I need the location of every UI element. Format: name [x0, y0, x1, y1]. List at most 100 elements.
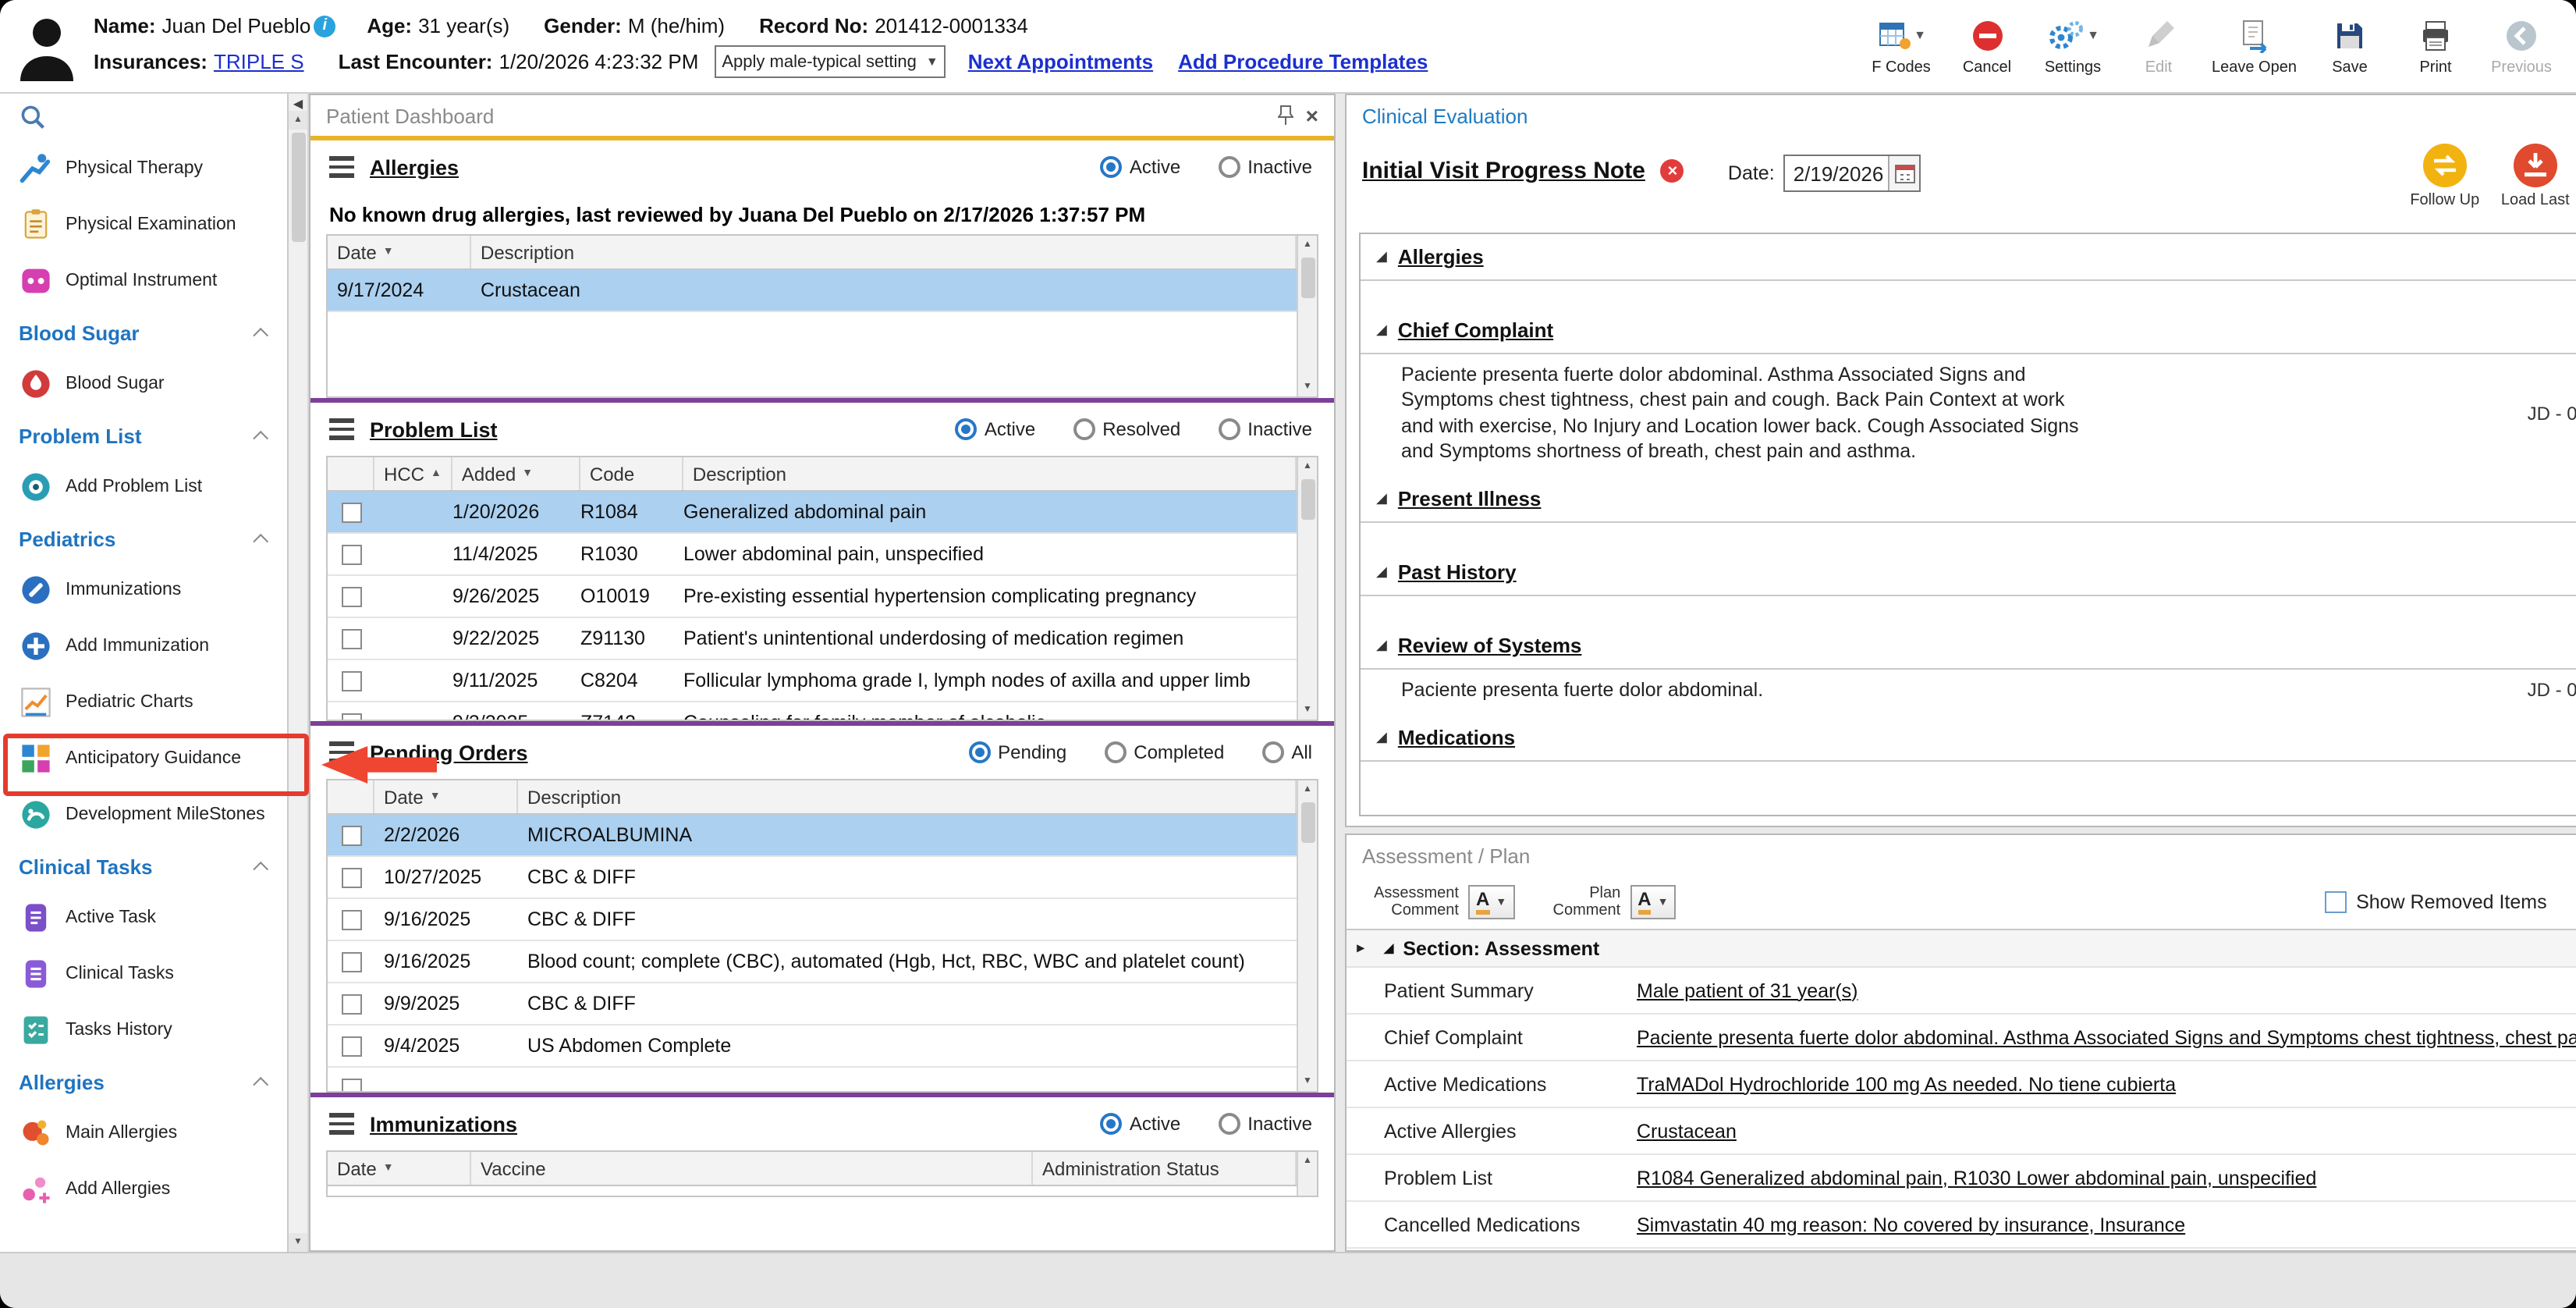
filter-resolved[interactable]: Resolved [1073, 418, 1180, 440]
sidebar-section-problem-list[interactable]: Problem List [0, 412, 287, 459]
plan-comment-style-button[interactable]: A▼ [1630, 885, 1676, 919]
show-removed-items-checkbox[interactable]: Show Removed Items [2325, 891, 2547, 913]
checkbox[interactable] [341, 628, 361, 649]
assessment-row-active-allergies[interactable]: Active Allergies Crustacean A▼ [1347, 1108, 2576, 1155]
table-row[interactable]: 10/27/2025 CBC & DIFF [328, 857, 1297, 899]
filter-active[interactable]: Active [955, 418, 1035, 440]
checkbox[interactable] [341, 586, 361, 606]
leave-open-button[interactable]: Leave Open [2212, 16, 2297, 76]
table-scrollbar[interactable]: ▲▼ [1297, 236, 1317, 396]
settings-button[interactable]: ▼ Settings [2040, 16, 2106, 76]
sidebar-scrollbar[interactable]: ◀ ▲ ▼ [289, 94, 309, 1252]
filter-inactive[interactable]: Inactive [1218, 418, 1312, 440]
column-added[interactable]: Added▼ [452, 457, 580, 490]
add-procedure-templates-link[interactable]: Add Procedure Templates [1178, 50, 1428, 73]
table-row[interactable]: 2/2/2026 MICROALBUMINA [328, 815, 1297, 857]
note-section-chief-complaint[interactable]: ◢ Chief Complaint [1361, 307, 2576, 354]
checkbox[interactable] [341, 1036, 361, 1056]
note-section-present-illness[interactable]: ◢ Present Illness [1361, 476, 2576, 523]
assessment-section-row[interactable]: ▸ ◢ Section: Assessment [1347, 930, 2576, 968]
sidebar-item-immunizations[interactable]: Immunizations [0, 562, 287, 618]
sidebar-section-pediatrics[interactable]: Pediatrics [0, 515, 287, 562]
filter-active[interactable]: Active [1100, 156, 1180, 178]
close-icon[interactable]: × [1306, 105, 1318, 126]
table-row[interactable]: 9/16/2025 Blood count; complete (CBC), a… [328, 941, 1297, 983]
pending-orders-title[interactable]: Pending Orders [370, 741, 528, 764]
sidebar-item-blood-sugar[interactable]: Blood Sugar [0, 356, 287, 412]
note-section-medications[interactable]: ◢ Medications [1361, 716, 2576, 762]
filter-completed[interactable]: Completed [1104, 741, 1224, 763]
save-button[interactable]: Save [2317, 16, 2383, 76]
sidebar-item-main-allergies[interactable]: Main Allergies [0, 1105, 287, 1161]
next-appointments-link[interactable]: Next Appointments [968, 50, 1153, 73]
column-date[interactable]: Date▼ [328, 1152, 471, 1185]
menu-icon[interactable] [329, 419, 354, 440]
load-last-button[interactable]: Load Last [2493, 139, 2576, 209]
scroll-up-icon[interactable]: ▲ [289, 111, 307, 130]
checkbox[interactable] [341, 993, 361, 1014]
table-row[interactable]: 9/4/2025 US Abdomen Complete [328, 1025, 1297, 1068]
table-row[interactable]: 9/22/2025 Z91130 Patient's unintentional… [328, 618, 1297, 660]
checkbox[interactable] [341, 1078, 361, 1091]
column-hcc[interactable]: HCC▲ [374, 457, 452, 490]
collapse-sidebar-icon[interactable]: ◀ [293, 97, 303, 111]
sidebar-item-anticipatory-guidance[interactable]: Anticipatory Guidance [0, 730, 287, 787]
patient-info-icon[interactable]: i [314, 15, 335, 37]
note-section-allergies[interactable]: ◢ Allergies [1361, 234, 2576, 281]
cancel-button[interactable]: Cancel [1954, 16, 2020, 76]
assessment-row-chief-complaint[interactable]: Chief Complaint Paciente presenta fuerte… [1347, 1015, 2576, 1061]
checkbox[interactable] [341, 713, 361, 720]
checkbox[interactable] [341, 670, 361, 691]
menu-icon[interactable] [329, 742, 354, 763]
sidebar-item-physical-examination[interactable]: Physical Examination [0, 197, 287, 253]
expander-icon[interactable]: ◢ [1376, 322, 1387, 339]
menu-icon[interactable] [329, 157, 354, 178]
table-row[interactable]: 9/9/2025 CBC & DIFF [328, 983, 1297, 1025]
sidebar-item-clinical-tasks[interactable]: Clinical Tasks [0, 946, 287, 1002]
table-scrollbar[interactable]: ▲▼ [1297, 457, 1317, 720]
edit-button[interactable]: Edit [2126, 16, 2191, 76]
print-button[interactable]: Print [2403, 16, 2468, 76]
column-description[interactable]: Description [518, 780, 1297, 813]
note-close-icon[interactable]: × [1661, 159, 1684, 183]
table-row[interactable]: 9/16/2025 CBC & DIFF [328, 899, 1297, 941]
sidebar-section-clinical-tasks[interactable]: Clinical Tasks [0, 843, 287, 890]
checkbox[interactable] [341, 502, 361, 522]
date-picker[interactable]: 2/19/2026 [1784, 155, 1921, 192]
sidebar-item-physical-therapy[interactable]: Physical Therapy [0, 140, 287, 197]
assessment-row-cancelled-medications[interactable]: Cancelled Medications Simvastatin 40 mg … [1347, 1202, 2576, 1249]
assessment-row-active-medications[interactable]: Active Medications TraMADol Hydrochlorid… [1347, 1061, 2576, 1108]
scrollbar-thumb[interactable] [291, 133, 305, 242]
expander-icon[interactable]: ◢ [1376, 637, 1387, 654]
column-date[interactable]: Date▼ [328, 236, 471, 268]
table-row[interactable]: 9/11/2025 C8204 Follicular lymphoma grad… [328, 660, 1297, 702]
f-codes-button[interactable]: ▼ F Codes [1868, 16, 1934, 76]
sidebar-section-blood-sugar[interactable]: Blood Sugar [0, 309, 287, 356]
filter-pending[interactable]: Pending [968, 741, 1066, 763]
column-description[interactable]: Description [683, 457, 1297, 490]
sidebar-item-pediatric-charts[interactable]: Pediatric Charts [0, 674, 287, 730]
pin-icon[interactable] [1278, 105, 1293, 126]
menu-icon[interactable] [329, 1114, 354, 1135]
sidebar-item-add-problem-list[interactable]: Add Problem List [0, 459, 287, 515]
table-scrollbar[interactable]: ▲▼ [1297, 780, 1317, 1091]
column-administration-status[interactable]: Administration Status [1033, 1152, 1297, 1185]
expander-icon[interactable]: ◢ [1376, 490, 1387, 507]
sidebar-item-active-task[interactable]: Active Task [0, 890, 287, 946]
filter-inactive[interactable]: Inactive [1218, 156, 1312, 178]
assessment-comment-style-button[interactable]: A▼ [1468, 885, 1514, 919]
checkbox[interactable] [341, 825, 361, 845]
expander-icon[interactable]: ◢ [1384, 941, 1393, 955]
insurances-link[interactable]: TRIPLE S [214, 50, 304, 73]
review-of-systems-text[interactable]: Paciente presenta fuerte dolor abdominal… [1401, 677, 2088, 703]
sidebar-section-allergies[interactable]: Allergies [0, 1058, 287, 1105]
previous-button[interactable]: Previous [2489, 16, 2554, 76]
table-row[interactable]: 9/17/2024 Crustacean [328, 270, 1297, 312]
sidebar-item-add-allergies[interactable]: Add Allergies [0, 1161, 287, 1217]
calendar-icon[interactable] [1889, 156, 1920, 190]
checkbox[interactable] [341, 951, 361, 972]
chief-complaint-text[interactable]: Paciente presenta fuerte dolor abdominal… [1401, 362, 2088, 464]
date-value[interactable]: 2/19/2026 [1786, 162, 1889, 185]
sidebar-item-add-immunization[interactable]: Add Immunization [0, 618, 287, 674]
checkbox[interactable] [341, 909, 361, 929]
